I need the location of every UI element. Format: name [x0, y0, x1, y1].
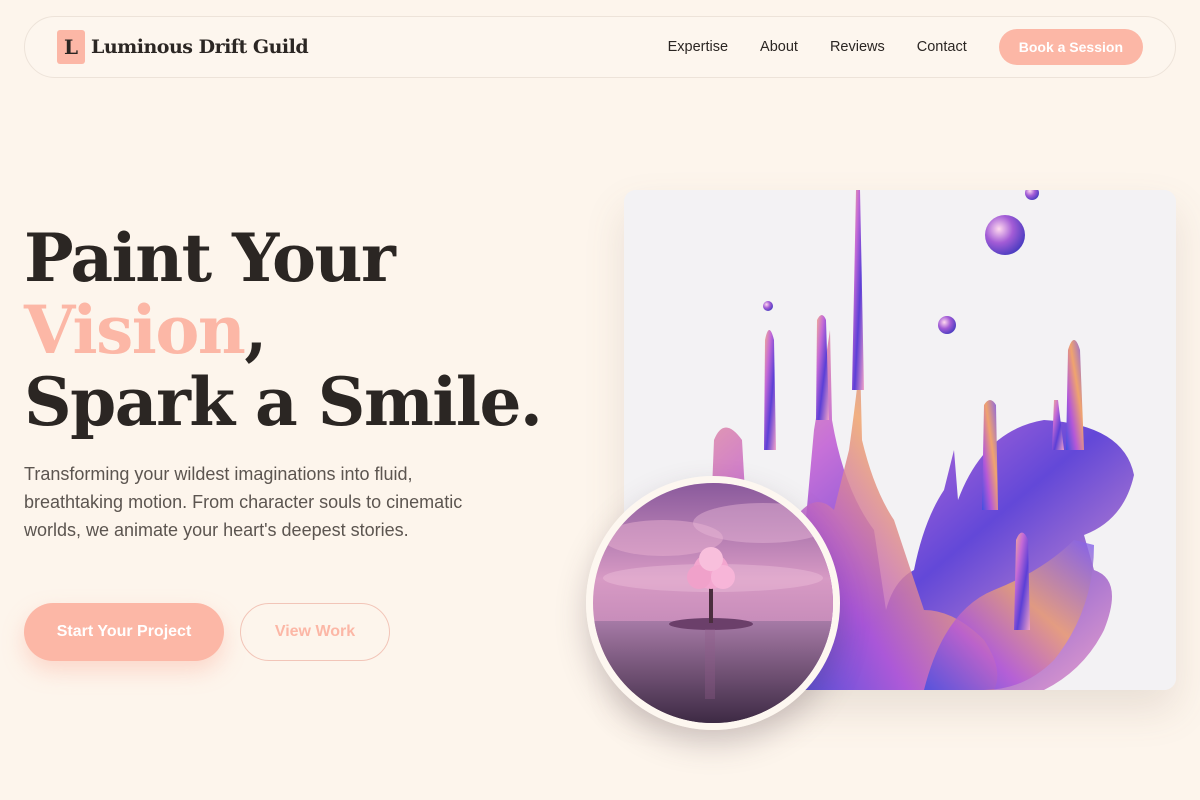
main-nav: Expertise About Reviews Contact Book a S… — [668, 29, 1143, 65]
nav-link-expertise[interactable]: Expertise — [668, 39, 728, 55]
logo-mark: L — [57, 30, 85, 64]
brand-logo[interactable]: L Luminous Drift Guild — [57, 30, 309, 64]
view-work-button[interactable]: View Work — [240, 603, 390, 661]
hero-title-comma: , — [244, 291, 267, 369]
nav-link-contact[interactable]: Contact — [917, 39, 967, 55]
nav-link-reviews[interactable]: Reviews — [830, 39, 885, 55]
brand-name: Luminous Drift Guild — [91, 36, 309, 58]
hero-title-line-3: Spark a Smile. — [24, 363, 543, 441]
hero-title-accent: Vision — [24, 291, 246, 369]
book-session-button[interactable]: Book a Session — [998, 29, 1143, 65]
hero-title-line-1: Paint Your — [24, 219, 396, 297]
pink-tree-island-image — [586, 476, 840, 730]
start-project-button[interactable]: Start Your Project — [24, 603, 224, 661]
hero-subtitle: Transforming your wildest imaginations i… — [24, 464, 463, 540]
hero-title: Paint Your Vision, Spark a Smile. — [24, 219, 543, 441]
nav-link-about[interactable]: About — [760, 39, 798, 55]
site-header: L Luminous Drift Guild Expertise About R… — [24, 16, 1176, 78]
